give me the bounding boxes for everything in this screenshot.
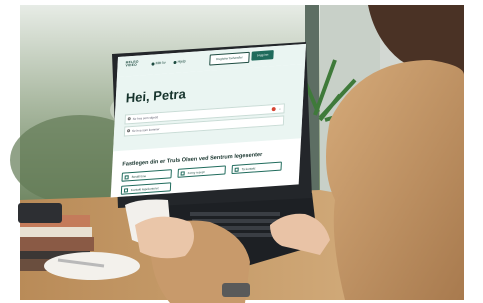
sweater bbox=[326, 60, 464, 300]
nav-label: Hjelp bbox=[177, 59, 186, 64]
contact-office-button[interactable]: Kontakt legekontoret bbox=[120, 182, 172, 195]
contact-button[interactable]: Ta kontakt bbox=[231, 161, 282, 175]
calendar-icon bbox=[127, 129, 131, 133]
chat-icon bbox=[234, 167, 239, 172]
user-icon bbox=[151, 61, 155, 66]
tile-label: Bestill time bbox=[131, 174, 147, 180]
hero-section: Hei, Petra Se hva som skjedd ⌄ Se hva so… bbox=[113, 63, 305, 152]
tile-label: Kontakt legekontoret bbox=[130, 186, 159, 193]
list-item-label: Se hva som skjedd bbox=[132, 115, 159, 121]
book-appointment-button[interactable]: Bestill time bbox=[121, 169, 172, 182]
nav-item-hjelp[interactable]: Hjelp bbox=[173, 59, 186, 64]
saucer bbox=[44, 252, 140, 280]
wristwatch bbox=[222, 283, 250, 297]
calendar-icon bbox=[124, 175, 129, 180]
renew-prescription-button[interactable]: Forny resept bbox=[177, 165, 226, 178]
list-item-label: Se hva som kommer bbox=[131, 127, 160, 134]
smartphone bbox=[18, 203, 62, 223]
phone-icon bbox=[123, 188, 129, 193]
site-logo: MELBO VIDEO bbox=[125, 59, 139, 68]
help-icon bbox=[173, 60, 177, 64]
left-hand bbox=[135, 216, 194, 259]
page-title: Hei, Petra bbox=[125, 86, 187, 106]
register-button[interactable]: Registrer behandler bbox=[209, 51, 250, 66]
notification-badge bbox=[271, 106, 276, 112]
laptop-screen: MELBO VIDEO Mitt liv Hjelp Registrer beh… bbox=[110, 43, 307, 198]
login-button[interactable]: Logg inn bbox=[251, 50, 274, 61]
tile-label: Forny resept bbox=[187, 169, 205, 176]
pill-icon bbox=[180, 171, 185, 176]
tile-label: Ta kontakt bbox=[241, 166, 256, 172]
nav-item-mitt-liv[interactable]: Mitt liv bbox=[151, 60, 166, 66]
nav-label: Mitt liv bbox=[155, 60, 166, 66]
chevron-down-icon: ⌄ bbox=[278, 105, 282, 111]
message-icon bbox=[127, 117, 131, 121]
photo-scene: MELBO VIDEO Mitt liv Hjelp Registrer beh… bbox=[0, 0, 483, 303]
